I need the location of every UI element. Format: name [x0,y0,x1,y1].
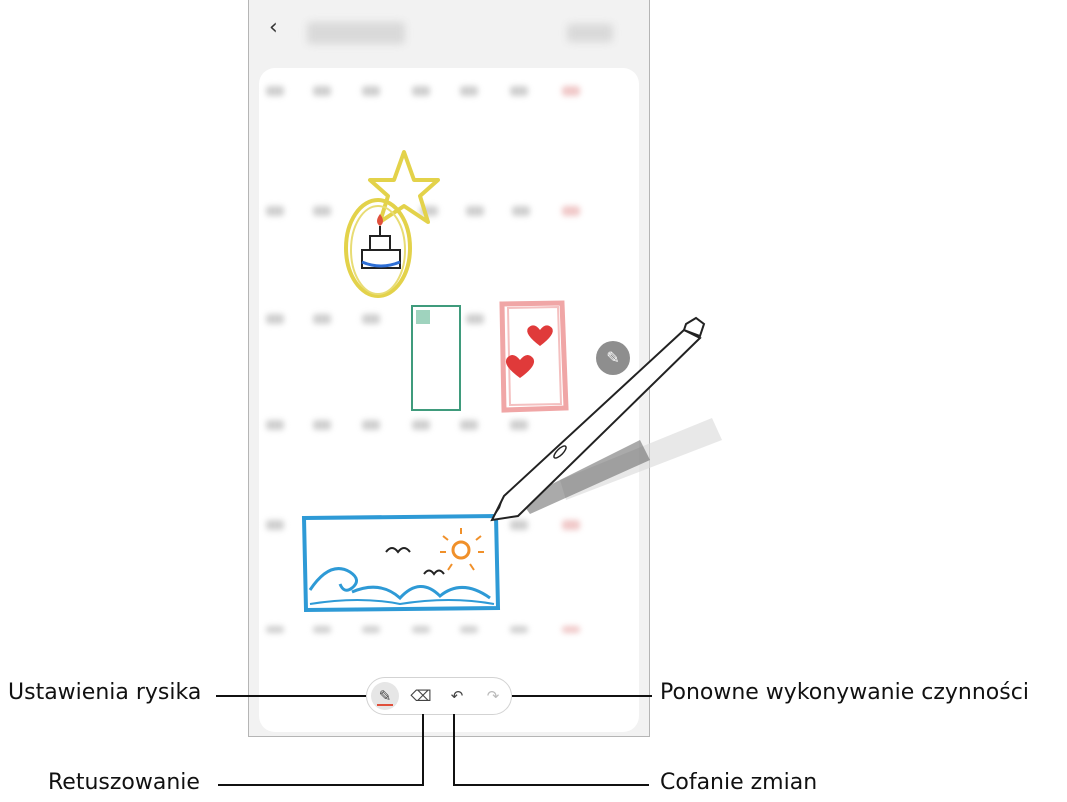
redo-button[interactable]: ↷ [479,682,507,710]
cake-drawing [361,214,401,269]
callout-redo: Ponowne wykonywanie czynności [660,680,1029,705]
pen-color-indicator [377,704,393,706]
callout-line-eraser-h [218,784,424,786]
pencil-icon: ✎ [606,348,620,367]
callout-eraser: Retuszowanie [48,770,200,795]
callout-line-eraser [422,714,424,786]
heart-drawing [527,325,553,346]
pen-icon: ✎ [378,687,392,705]
eraser-button[interactable]: ⌫ [407,682,435,710]
edit-fab[interactable]: ✎ [596,341,630,375]
wave-drawing [301,513,501,613]
callout-undo: Cofanie zmian [660,770,818,795]
pen-settings-button[interactable]: ✎ [371,682,399,710]
redo-icon: ↷ [486,687,500,705]
eraser-icon: ⌫ [410,687,432,705]
undo-icon: ↶ [450,687,464,705]
callout-line-undo-h [453,784,649,786]
callout-line-pen [216,695,366,697]
star-drawing [368,150,440,224]
undo-button[interactable]: ↶ [443,682,471,710]
drawing-toolbar: ✎ ⌫ ↶ ↷ [366,677,512,715]
callout-line-redo [512,695,652,697]
callout-pen-settings: Ustawienia rysika [8,680,202,705]
callout-line-undo [453,714,455,786]
